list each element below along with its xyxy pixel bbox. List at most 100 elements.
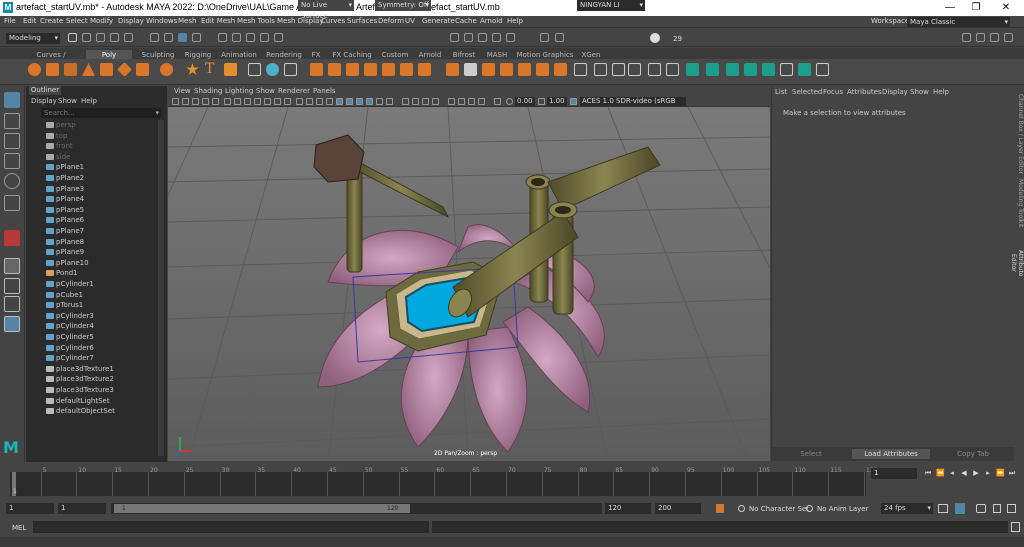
attr-menu-list[interactable]: List bbox=[775, 88, 787, 96]
outliner-scrollbar[interactable] bbox=[158, 120, 164, 456]
backface-culling-icon[interactable] bbox=[458, 98, 465, 105]
menu-generate[interactable]: Generate bbox=[422, 17, 455, 25]
poke-face-icon[interactable] bbox=[628, 63, 641, 76]
textured-icon[interactable] bbox=[326, 98, 333, 105]
menu-deform[interactable]: Deform bbox=[378, 17, 404, 25]
outliner-item[interactable]: place3dTexture1 bbox=[46, 364, 114, 374]
outliner-item[interactable]: pCylinder7 bbox=[46, 353, 94, 363]
script-editor-icon[interactable] bbox=[1011, 522, 1020, 532]
outliner-item[interactable]: pPlane10 bbox=[46, 258, 89, 268]
outliner-item[interactable]: pPlane3 bbox=[46, 184, 84, 194]
wireframe-icon[interactable] bbox=[296, 98, 303, 105]
minimize-button[interactable]: — bbox=[940, 1, 960, 15]
insert-edge-loop-icon[interactable] bbox=[482, 63, 495, 76]
viewport-menu-lighting[interactable]: Lighting bbox=[225, 87, 253, 95]
target-weld-icon[interactable] bbox=[536, 63, 549, 76]
bridge-icon[interactable] bbox=[328, 63, 341, 76]
unfold-icon[interactable] bbox=[798, 63, 811, 76]
smooth-shade-icon[interactable] bbox=[306, 98, 313, 105]
current-frame-field[interactable]: 1 bbox=[871, 468, 917, 479]
outliner-item[interactable]: pPlane9 bbox=[46, 247, 84, 257]
anim-layer-icon[interactable] bbox=[806, 505, 813, 512]
poly-cube-icon[interactable] bbox=[46, 63, 59, 76]
snap-point-icon[interactable] bbox=[246, 33, 255, 42]
xray-joints-icon[interactable] bbox=[422, 98, 429, 105]
undo-icon[interactable] bbox=[110, 33, 119, 42]
poly-disc-icon[interactable] bbox=[136, 63, 149, 76]
side-tab-attribute-editor[interactable]: Attribute Editor bbox=[1010, 240, 1024, 286]
fill-hole-icon[interactable] bbox=[382, 63, 395, 76]
rotate-tool-icon[interactable] bbox=[4, 173, 20, 189]
play-backwards-icon[interactable]: ◀ bbox=[960, 469, 968, 477]
outliner-item[interactable]: pTorus1 bbox=[46, 300, 83, 310]
outliner-item[interactable]: place3dTexture3 bbox=[46, 385, 114, 395]
snap-view-icon[interactable] bbox=[260, 33, 269, 42]
wedge-icon[interactable] bbox=[648, 63, 661, 76]
mirror-icon[interactable] bbox=[446, 63, 459, 76]
automatic-mapping-icon[interactable] bbox=[762, 63, 775, 76]
quad-draw-icon[interactable] bbox=[518, 63, 531, 76]
paint-select-tool-icon[interactable] bbox=[4, 133, 20, 149]
spherical-mapping-icon[interactable] bbox=[744, 63, 757, 76]
menu-uv[interactable]: UV bbox=[405, 17, 415, 25]
lock-selection-icon[interactable] bbox=[192, 33, 201, 42]
side-tab-channel-box[interactable]: Channel Box / Layer Editor bbox=[1014, 94, 1024, 174]
shadows-icon[interactable] bbox=[346, 98, 353, 105]
menu-file[interactable]: File bbox=[4, 17, 16, 25]
outliner-item[interactable]: pCylinder1 bbox=[46, 279, 94, 289]
new-scene-icon[interactable] bbox=[68, 33, 77, 42]
loop-icon[interactable] bbox=[938, 504, 948, 513]
render-frame-icon[interactable] bbox=[478, 33, 487, 42]
hypershade-icon[interactable] bbox=[540, 33, 549, 42]
screen-space-ao-icon[interactable] bbox=[356, 98, 363, 105]
fps-dropdown[interactable]: 24 fps bbox=[881, 503, 933, 514]
cylindrical-mapping-icon[interactable] bbox=[726, 63, 739, 76]
camera-gates-icon[interactable] bbox=[478, 98, 485, 105]
attr-load-attributes-button[interactable]: Load Attributes bbox=[852, 449, 930, 459]
attr-menu-focus[interactable]: Focus bbox=[823, 88, 843, 96]
xray-icon[interactable] bbox=[412, 98, 419, 105]
platonic-solid-icon[interactable] bbox=[160, 63, 173, 76]
outliner-item[interactable]: place3dTexture2 bbox=[46, 374, 114, 384]
snap-surface-icon[interactable] bbox=[274, 33, 283, 42]
range-slider-handle[interactable] bbox=[114, 504, 410, 513]
animation-end-field[interactable]: 200 bbox=[655, 503, 701, 514]
menu-help[interactable]: Help bbox=[507, 17, 523, 25]
command-input[interactable] bbox=[33, 521, 429, 533]
menu-set-dropdown[interactable]: Modeling bbox=[6, 33, 60, 44]
outliner-item[interactable]: defaultObjectSet bbox=[46, 406, 115, 416]
multi-cut-icon[interactable] bbox=[464, 63, 477, 76]
single-perspective-layout-icon[interactable] bbox=[4, 258, 20, 274]
offset-edge-loop-icon[interactable] bbox=[500, 63, 513, 76]
snap-grid-icon[interactable] bbox=[218, 33, 227, 42]
anti-aliasing-icon[interactable] bbox=[376, 98, 383, 105]
anim-layer-dropdown[interactable]: No Anim Layer bbox=[817, 505, 868, 513]
viewport-menu-panels[interactable]: Panels bbox=[313, 87, 336, 95]
character-set-icon[interactable] bbox=[738, 505, 745, 512]
symmetry-dropdown[interactable]: Symmetry: Off bbox=[375, 0, 431, 11]
go-to-start-icon[interactable]: ⏮ bbox=[924, 469, 932, 477]
four-view-layout-icon[interactable] bbox=[4, 278, 20, 294]
poly-plane-icon[interactable] bbox=[100, 63, 113, 76]
sound-icon[interactable] bbox=[976, 504, 986, 513]
select-camera-icon[interactable] bbox=[172, 98, 179, 105]
select-tool-icon[interactable] bbox=[4, 92, 20, 108]
outliner-item[interactable]: pPlane2 bbox=[46, 173, 84, 183]
workspace-dropdown[interactable]: Maya Classic bbox=[907, 17, 1010, 27]
step-back-frame-icon[interactable]: ⏪ bbox=[936, 469, 945, 477]
grid-toggle-icon[interactable] bbox=[224, 98, 231, 105]
outliner-item[interactable]: pCylinder3 bbox=[46, 311, 94, 321]
outliner-menu-show[interactable]: Show bbox=[58, 97, 77, 105]
command-language-label[interactable]: MEL bbox=[12, 524, 26, 532]
outliner-item[interactable]: pCube1 bbox=[46, 290, 83, 300]
film-gate-icon[interactable] bbox=[234, 98, 241, 105]
arnold-render-icon[interactable] bbox=[555, 33, 564, 42]
persp-outliner-layout-icon[interactable] bbox=[4, 296, 20, 312]
menu-edit[interactable]: Edit bbox=[23, 17, 37, 25]
use-all-lights-icon[interactable] bbox=[336, 98, 343, 105]
safe-title-icon[interactable] bbox=[284, 98, 291, 105]
motion-blur-icon[interactable] bbox=[366, 98, 373, 105]
depth-of-field-icon[interactable] bbox=[386, 98, 393, 105]
go-to-end-icon[interactable]: ⏭ bbox=[1008, 469, 1016, 477]
viewport-menu-renderer[interactable]: Renderer bbox=[278, 87, 310, 95]
